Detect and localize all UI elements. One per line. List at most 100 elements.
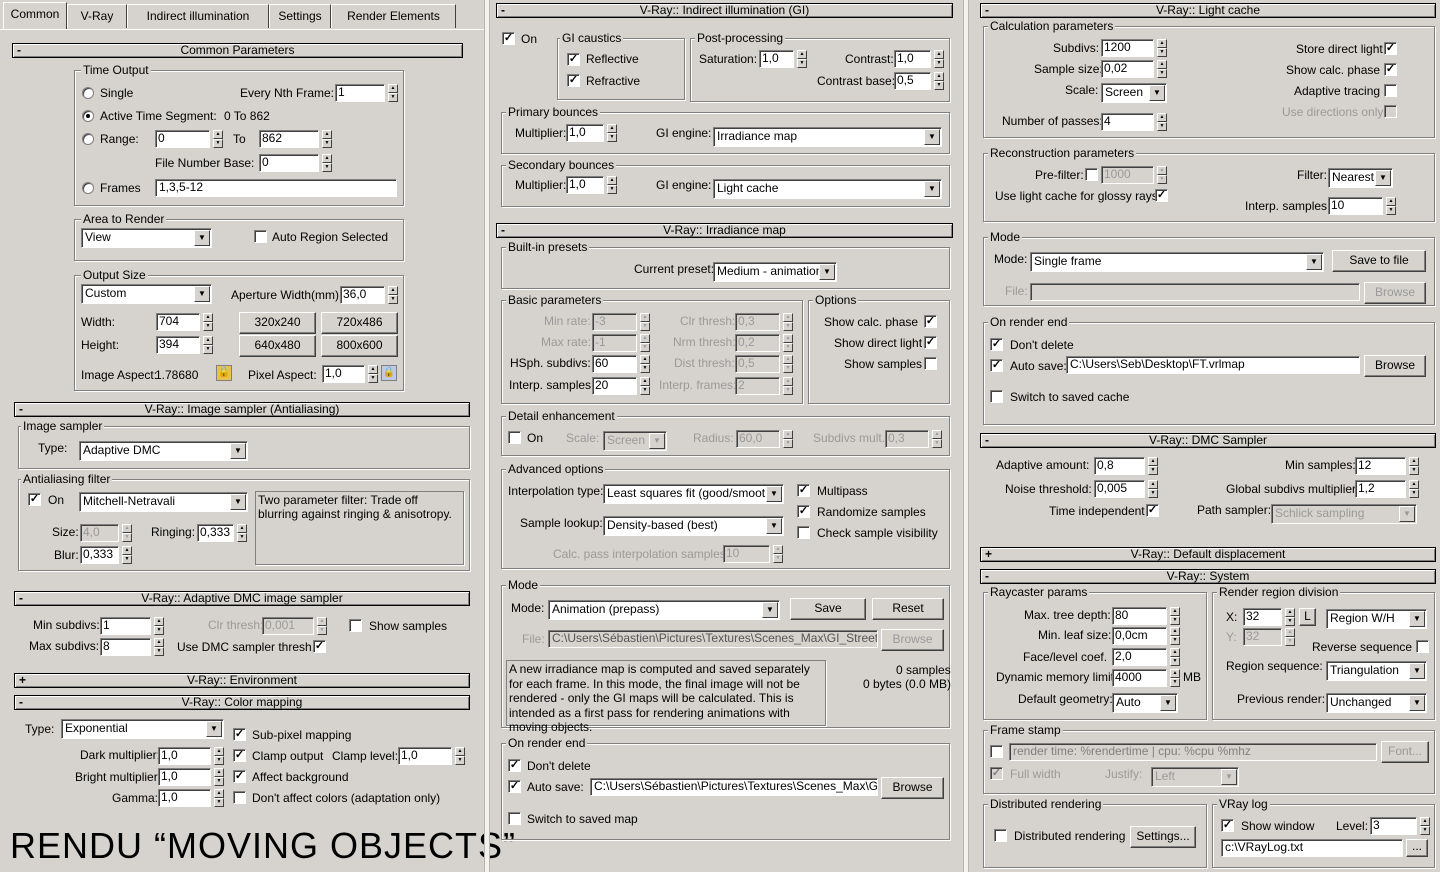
detail-on-checkbox[interactable] bbox=[508, 431, 521, 444]
preset-320x240-button[interactable]: 320x240 bbox=[239, 312, 316, 334]
dont-affect-colors-checkbox[interactable] bbox=[233, 791, 246, 804]
irr-auto-save-browse-button[interactable]: Browse bbox=[881, 777, 944, 799]
rollout-color-mapping[interactable]: - V-Ray:: Color mapping bbox=[14, 695, 470, 710]
size-spinner[interactable]: 4,0 ▲ ▼ bbox=[80, 524, 132, 542]
randomize-samples-checkbox[interactable]: ✓ bbox=[797, 505, 810, 518]
min-rate-spinner[interactable]: -3 ▲ ▼ bbox=[592, 313, 650, 331]
log-path-input[interactable]: c:\VRayLog.txt bbox=[1221, 839, 1403, 857]
min-samples-spinner[interactable]: 12 ▲ ▼ bbox=[1355, 457, 1419, 475]
area-to-render-dropdown[interactable]: View ▼ bbox=[81, 228, 212, 248]
rollout-system[interactable]: - V-Ray:: System bbox=[980, 569, 1436, 584]
scale-dropdown[interactable]: Screen ▼ bbox=[603, 431, 667, 451]
height-spinner[interactable]: 394 ▲ ▼ bbox=[156, 336, 213, 354]
hsph-subdivs-spinner[interactable]: 60 ▲ ▼ bbox=[592, 355, 650, 373]
color-type-dropdown[interactable]: Exponential ▼ bbox=[61, 719, 224, 739]
secondary-multiplier-spinner[interactable]: 1,0 ▲ ▼ bbox=[566, 176, 617, 194]
distributed-settings-button[interactable]: Settings... bbox=[1130, 826, 1196, 848]
max-rate-spinner[interactable]: -1 ▲ ▼ bbox=[592, 334, 650, 352]
range-from-spinner[interactable]: 0 ▲ ▼ bbox=[155, 130, 223, 148]
dist-thresh-spinner[interactable]: 0,5 ▲ ▼ bbox=[735, 355, 793, 373]
range-to-spinner[interactable]: 862 ▲ ▼ bbox=[259, 130, 332, 148]
rollout-indirect-illumination[interactable]: - V-Ray:: Indirect illumination (GI) bbox=[496, 3, 953, 18]
lc-interp-samples-spinner[interactable]: 10 ▲ ▼ bbox=[1328, 197, 1396, 215]
irr-reset-button[interactable]: Reset bbox=[872, 598, 944, 620]
lc-sample-size-spinner[interactable]: 0,02 ▲ ▼ bbox=[1101, 60, 1167, 78]
rollout-default-displacement[interactable]: + V-Ray:: Default displacement bbox=[980, 547, 1436, 562]
region-sequence-dropdown[interactable]: Triangulation ▼ bbox=[1326, 661, 1427, 681]
tab-common[interactable]: Common bbox=[3, 2, 67, 29]
path-sampler-dropdown[interactable]: Schlick sampling ▼ bbox=[1271, 504, 1417, 524]
previous-render-dropdown[interactable]: Unchanged ▼ bbox=[1326, 693, 1427, 713]
show-window-checkbox[interactable]: ✓ bbox=[1221, 819, 1234, 832]
irr-switch-checkbox[interactable] bbox=[508, 812, 521, 825]
affect-background-checkbox[interactable]: ✓ bbox=[233, 770, 246, 783]
aperture-spinner[interactable]: 36,0 ▲ ▼ bbox=[340, 286, 398, 304]
show-direct-light-checkbox[interactable]: ✓ bbox=[924, 336, 937, 349]
show-calc-phase-checkbox[interactable]: ✓ bbox=[924, 315, 937, 328]
tab-settings[interactable]: Settings bbox=[269, 4, 331, 28]
min-leaf-size-spinner[interactable]: 0,0cm ▲ ▼ bbox=[1112, 627, 1180, 645]
lc-mode-dropdown[interactable]: Single frame ▼ bbox=[1030, 252, 1324, 272]
show-samples-checkbox[interactable] bbox=[349, 619, 362, 632]
clr-thresh-spinner[interactable]: 0,3 ▲ ▼ bbox=[735, 313, 793, 331]
width-spinner[interactable]: 704 ▲ ▼ bbox=[156, 313, 213, 331]
irr-dont-delete-checkbox[interactable]: ✓ bbox=[508, 759, 521, 772]
clr-thresh-spinner[interactable]: 0,001 ▲ ▼ bbox=[262, 617, 327, 635]
multipass-checkbox[interactable]: ✓ bbox=[797, 484, 810, 497]
min-subdivs-spinner[interactable]: 1 ▲ ▼ bbox=[100, 617, 164, 635]
ringing-spinner[interactable]: 0,333 ▲ ▼ bbox=[197, 524, 247, 542]
adaptive-amount-spinner[interactable]: 0,8 ▲ ▼ bbox=[1094, 457, 1158, 475]
image-aspect-lock-icon[interactable]: 🔒 bbox=[216, 365, 232, 381]
lc-switch-checkbox[interactable] bbox=[990, 390, 1003, 403]
font-button[interactable]: Font... bbox=[1381, 741, 1429, 763]
frames-radio[interactable] bbox=[82, 182, 94, 194]
prefilter-checkbox[interactable] bbox=[1085, 168, 1098, 181]
refractive-checkbox[interactable]: ✓ bbox=[567, 74, 580, 87]
log-level-spinner[interactable]: 3 ▲ ▼ bbox=[1370, 817, 1430, 835]
dark-multiplier-spinner[interactable]: 1,0 ▲ ▼ bbox=[158, 747, 224, 765]
contrast-spinner[interactable]: 1,0 ▲ ▼ bbox=[894, 50, 944, 68]
clamp-level-spinner[interactable]: 1,0 ▲ ▼ bbox=[398, 747, 465, 765]
nrm-thresh-spinner[interactable]: 0,2 ▲ ▼ bbox=[735, 334, 793, 352]
radius-spinner[interactable]: 60,0 ▲ ▼ bbox=[736, 430, 793, 448]
distributed-rendering-checkbox[interactable] bbox=[994, 829, 1007, 842]
sample-lookup-dropdown[interactable]: Density-based (best) ▼ bbox=[603, 516, 784, 536]
single-radio[interactable] bbox=[82, 87, 94, 99]
reflective-checkbox[interactable]: ✓ bbox=[567, 53, 580, 66]
clamp-output-checkbox[interactable]: ✓ bbox=[233, 749, 246, 762]
justify-dropdown[interactable]: Left ▼ bbox=[1151, 767, 1239, 787]
max-tree-depth-spinner[interactable]: 80 ▲ ▼ bbox=[1112, 607, 1180, 625]
glossy-rays-checkbox[interactable]: ✓ bbox=[1155, 189, 1168, 202]
filter-dropdown[interactable]: Nearest ▼ bbox=[1328, 168, 1393, 188]
bright-multiplier-spinner[interactable]: 1,0 ▲ ▼ bbox=[158, 768, 224, 786]
irr-mode-dropdown[interactable]: Animation (prepass) ▼ bbox=[548, 600, 780, 620]
reverse-sequence-checkbox[interactable] bbox=[1416, 640, 1429, 653]
region-lock-button[interactable]: L bbox=[1299, 608, 1316, 626]
adaptive-tracing-checkbox[interactable] bbox=[1384, 84, 1397, 97]
tab-vray[interactable]: V-Ray bbox=[67, 4, 127, 28]
aa-filter-dropdown[interactable]: Mitchell-Netravali ▼ bbox=[79, 492, 248, 512]
frame-stamp-input[interactable]: render time: %rendertime | cpu: %cpu %mh… bbox=[1009, 743, 1377, 761]
preset-640x480-button[interactable]: 640x480 bbox=[239, 335, 316, 357]
saturation-spinner[interactable]: 1,0 ▲ ▼ bbox=[759, 50, 807, 68]
check-sample-visibility-checkbox[interactable] bbox=[797, 526, 810, 539]
calc-pass-spinner[interactable]: 10 ▲ ▼ bbox=[723, 545, 783, 563]
current-preset-dropdown[interactable]: Medium - animation ▼ bbox=[713, 262, 837, 282]
pixel-aspect-spinner[interactable]: 1,0 ▲ ▼ bbox=[322, 365, 378, 383]
save-to-file-button[interactable]: Save to file bbox=[1332, 250, 1426, 272]
lc-subdivs-spinner[interactable]: 1200 ▲ ▼ bbox=[1101, 39, 1167, 57]
rollout-dmc-sampler[interactable]: - V-Ray:: DMC Sampler bbox=[980, 433, 1436, 448]
pixel-aspect-lock-icon[interactable]: 🔒 bbox=[381, 365, 397, 381]
gamma-spinner[interactable]: 1,0 ▲ ▼ bbox=[158, 789, 224, 807]
region-unit-dropdown[interactable]: Region W/H ▼ bbox=[1326, 609, 1427, 629]
prefilter-spinner[interactable]: 1000 ▲ ▼ bbox=[1101, 166, 1167, 184]
lc-browse-button[interactable]: Browse bbox=[1364, 282, 1426, 304]
lc-auto-save-input[interactable]: C:\Users\Seb\Desktop\FT.vrlmap bbox=[1066, 356, 1360, 374]
lc-file-input[interactable] bbox=[1030, 283, 1360, 301]
rollout-adaptive-dmc[interactable]: - V-Ray:: Adaptive DMC image sampler bbox=[14, 591, 470, 606]
gi-on-checkbox[interactable]: ✓ bbox=[502, 32, 515, 45]
file-number-base-spinner[interactable]: 0 ▲ ▼ bbox=[259, 154, 332, 172]
use-directions-checkbox[interactable] bbox=[1384, 105, 1397, 118]
log-path-browse-button[interactable]: ... bbox=[1406, 839, 1428, 857]
preset-800x600-button[interactable]: 800x600 bbox=[321, 335, 398, 357]
